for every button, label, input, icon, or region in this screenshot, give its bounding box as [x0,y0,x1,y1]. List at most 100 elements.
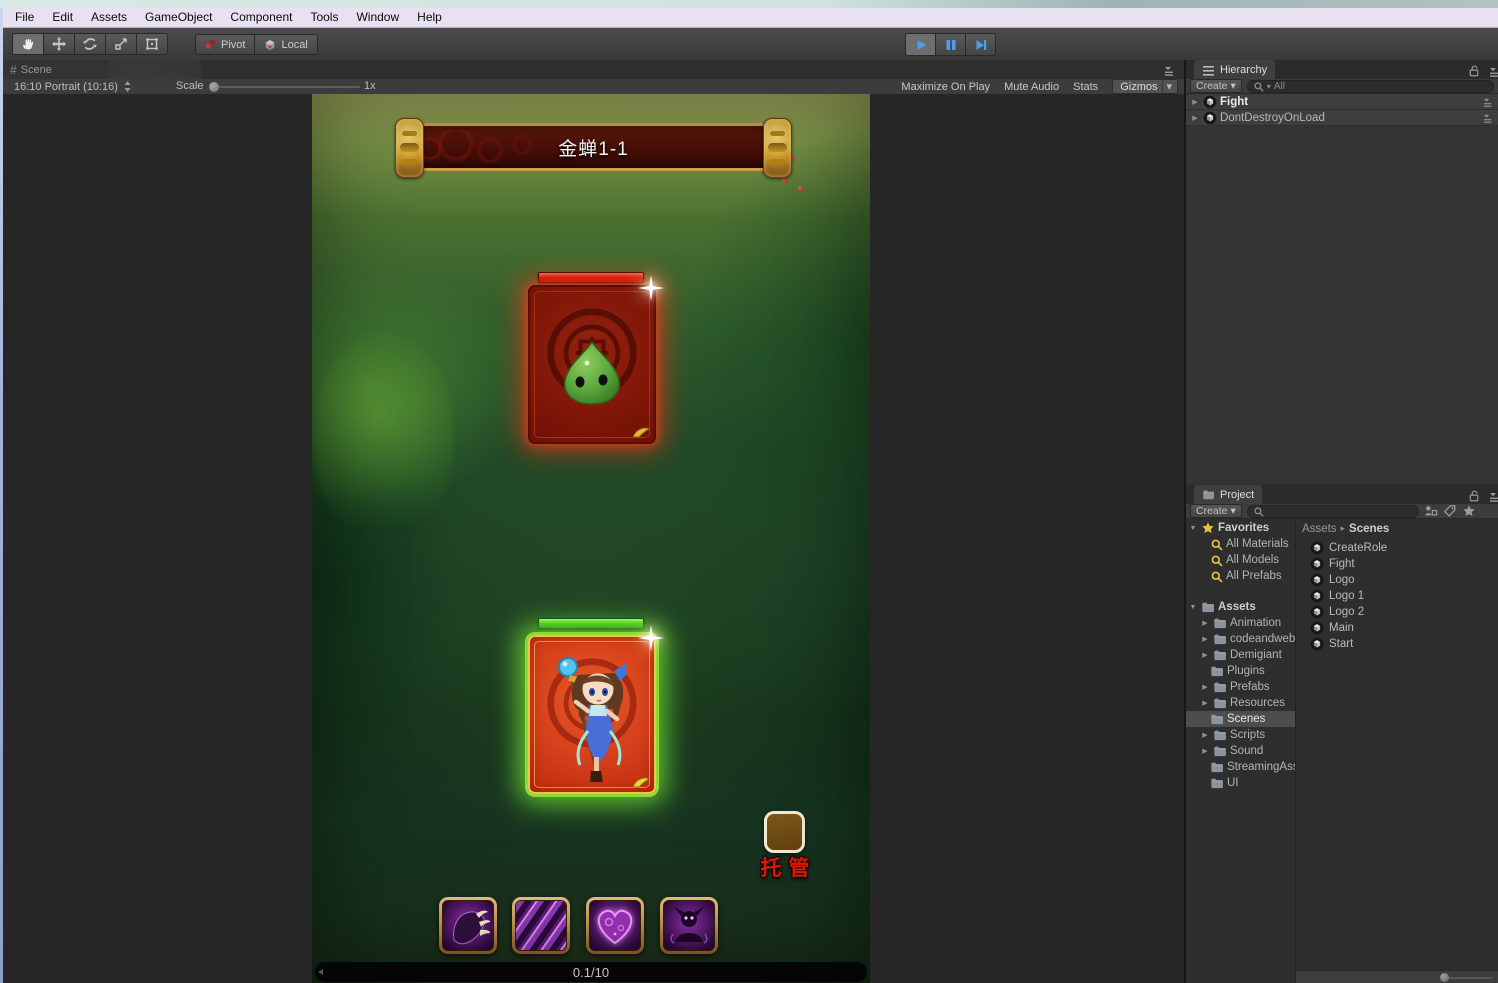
folder-row-animation[interactable]: Animation [1186,615,1295,631]
folder-icon [1202,488,1215,501]
scale-slider-knob[interactable] [209,82,219,92]
stats-button[interactable]: Stats [1073,81,1098,93]
spiked-heart-icon [593,904,637,948]
mute-audio-button[interactable]: Mute Audio [1004,81,1059,93]
panel-menu-icon[interactable] [1482,112,1494,124]
expand-arrow-icon[interactable] [1190,98,1200,106]
gizmos-button[interactable]: Gizmos [1112,79,1178,94]
skill-button-heart[interactable] [586,897,644,954]
hierarchy-item-dontdestroyonload[interactable]: DontDestroyOnLoad [1186,110,1498,126]
panel-menu-icon[interactable] [1488,490,1498,503]
skill-button-claw[interactable] [439,897,497,954]
file-row-logo-1[interactable]: Logo 1 [1296,588,1498,604]
menu-gameobject[interactable]: GameObject [136,8,221,27]
folder-row-scenes[interactable]: Scenes [1186,711,1295,727]
folder-row-ui[interactable]: UI [1186,775,1295,791]
expand-arrow-icon[interactable] [1200,731,1210,739]
panel-menu-icon[interactable] [1163,64,1176,77]
breadcrumb-scenes[interactable]: Scenes [1349,523,1389,535]
lock-icon[interactable] [1467,489,1482,504]
menu-tools[interactable]: Tools [301,8,347,27]
menu-assets[interactable]: Assets [82,8,136,27]
favorite-star-icon[interactable] [1462,504,1476,518]
folder-row-resources[interactable]: Resources [1186,695,1295,711]
expand-arrow-icon[interactable] [1200,651,1210,659]
menu-file[interactable]: File [6,8,43,27]
collapse-arrow-icon[interactable] [1188,525,1198,532]
folder-row-scripts[interactable]: Scripts [1186,727,1295,743]
expand-arrow-icon[interactable] [1190,114,1200,122]
hierarchy-search-input[interactable]: All [1247,80,1494,93]
enemy-card[interactable] [528,285,656,444]
rotate-tool-button[interactable] [74,33,106,55]
folder-row-prefabs[interactable]: Prefabs [1186,679,1295,695]
pause-button[interactable] [935,33,966,56]
panel-menu-icon[interactable] [1482,96,1494,108]
tab-scene[interactable]: # Scene [0,60,106,79]
hierarchy-create-button[interactable]: Create [1190,79,1242,93]
hierarchy-tab-label: Hierarchy [1220,64,1267,76]
folder-icon [1210,664,1224,678]
game-screen: 金蝉1-1 [312,94,870,983]
chevron-down-icon[interactable] [1162,80,1175,93]
expand-arrow-icon[interactable] [1200,683,1210,691]
aspect-dropdown[interactable]: 16:10 Portrait (10:16) [14,79,131,94]
move-tool-button[interactable] [43,33,75,55]
panel-menu-icon[interactable] [1488,65,1498,78]
file-row-createrole[interactable]: CreateRole [1296,540,1498,556]
scale-tool-button[interactable] [105,33,137,55]
skill-button-demon[interactable] [660,897,718,954]
hierarchy-item-fight[interactable]: Fight [1186,94,1498,110]
step-icon [973,37,989,53]
breadcrumb-assets[interactable]: Assets [1302,523,1337,535]
favorite-all-prefabs[interactable]: All Prefabs [1186,568,1295,584]
player-card[interactable] [528,635,656,794]
play-button[interactable] [905,33,936,56]
local-button[interactable]: Local [254,34,317,55]
hand-tool-button[interactable] [12,33,44,55]
expand-arrow-icon[interactable] [1200,619,1210,627]
folder-row-sound[interactable]: Sound [1186,743,1295,759]
folder-row-demigiant[interactable]: Demigiant [1186,647,1295,663]
expand-arrow-icon[interactable] [1200,635,1210,643]
expand-arrow-icon[interactable] [1200,699,1210,707]
folder-row-codeandweb[interactable]: codeandweb [1186,631,1295,647]
folder-row-plugins[interactable]: Plugins [1186,663,1295,679]
tab-project[interactable]: Project [1194,485,1262,504]
search-by-type-icon[interactable] [1424,504,1438,518]
label-icon[interactable] [1443,504,1457,518]
file-row-logo[interactable]: Logo [1296,572,1498,588]
create-label: Create [1196,80,1228,92]
maximize-on-play-button[interactable]: Maximize On Play [901,81,990,93]
local-icon [264,39,276,51]
project-search-input[interactable] [1247,505,1419,518]
icon-size-slider[interactable] [1445,977,1493,979]
menu-component[interactable]: Component [221,8,301,27]
wave-progress-bar: 0.1/10 [315,962,867,982]
favorites-root-row[interactable]: Favorites [1186,520,1295,536]
auto-battle-button[interactable] [764,811,805,853]
menu-window[interactable]: Window [347,8,408,27]
folder-row-streamingassets[interactable]: StreamingAssets [1186,759,1295,775]
icon-size-slider-knob[interactable] [1440,973,1449,982]
favorite-all-materials[interactable]: All Materials [1186,536,1295,552]
file-row-start[interactable]: Start [1296,636,1498,652]
tab-hierarchy[interactable]: Hierarchy [1194,60,1275,79]
file-row-fight[interactable]: Fight [1296,556,1498,572]
collapse-arrow-icon[interactable] [1188,604,1198,611]
assets-root-row[interactable]: Assets [1186,599,1295,615]
file-row-logo-2[interactable]: Logo 2 [1296,604,1498,620]
expand-arrow-icon[interactable] [1200,747,1210,755]
pivot-button[interactable]: Pivot [195,34,255,55]
step-button[interactable] [965,33,996,56]
rect-tool-button[interactable] [136,33,168,55]
project-create-button[interactable]: Create [1190,504,1242,518]
lock-icon[interactable] [1467,64,1482,79]
skill-button-slash[interactable] [512,897,570,954]
menu-help[interactable]: Help [408,8,451,27]
corner-ornament-icon [631,775,651,789]
scale-slider[interactable] [210,86,360,88]
file-row-main[interactable]: Main [1296,620,1498,636]
menu-edit[interactable]: Edit [43,8,82,27]
favorite-all-models[interactable]: All Models [1186,552,1295,568]
